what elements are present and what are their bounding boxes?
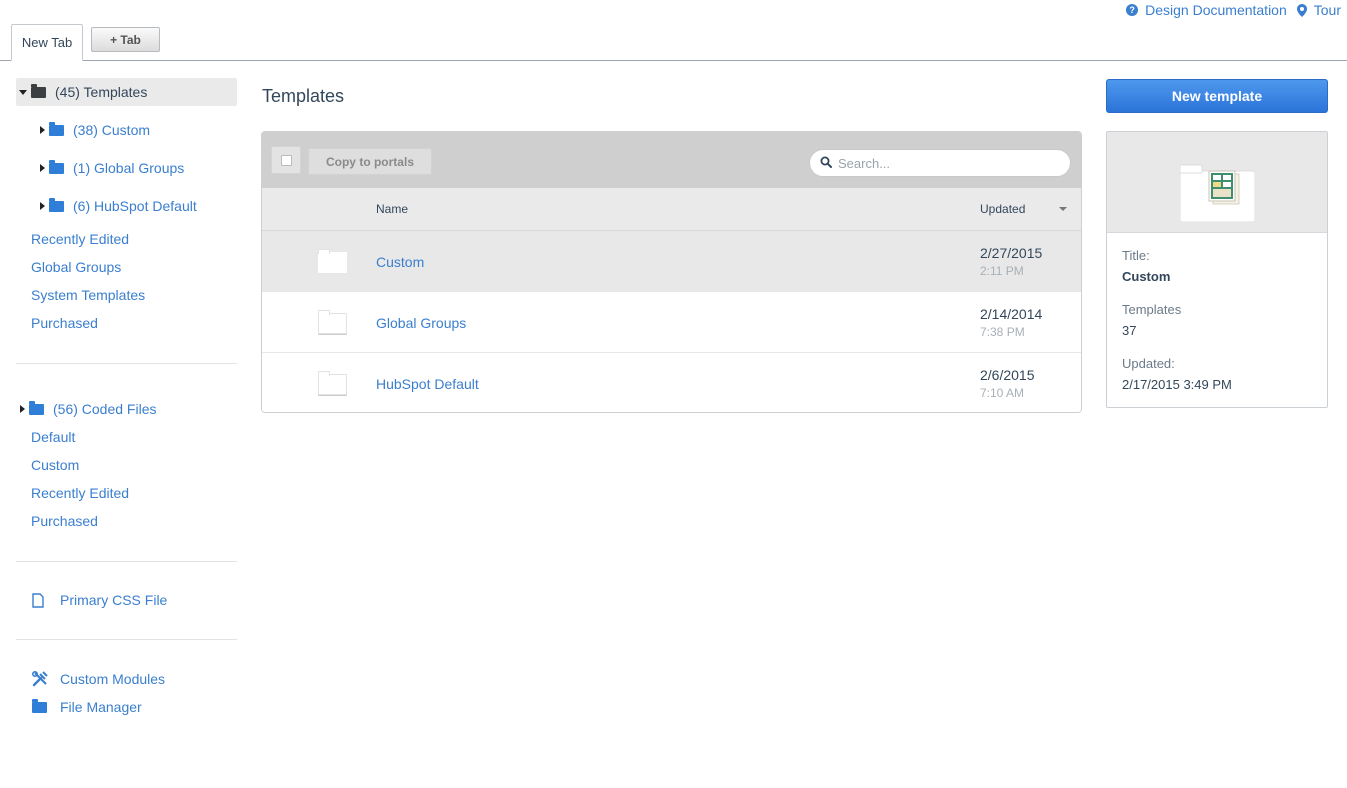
top-links: ? Design Documentation Tour <box>1126 2 1341 18</box>
custom-modules-label: Custom Modules <box>60 671 166 687</box>
table-row[interactable]: Global Groups 2/14/2014 7:38 PM <box>262 292 1081 353</box>
caret-right-icon[interactable] <box>40 164 45 172</box>
sidebar-link-purchased[interactable]: Purchased <box>16 309 237 337</box>
tools-icon <box>32 671 60 687</box>
add-tab-button[interactable]: + Tab <box>91 27 160 52</box>
folder-icon <box>49 159 64 174</box>
row-updated-date: 2/14/2014 <box>980 306 1043 322</box>
sidebar-link-primary-css-file[interactable]: Primary CSS File <box>16 586 237 614</box>
copy-to-portals-button[interactable]: Copy to portals <box>308 148 432 175</box>
row-updated-date: 2/6/2015 <box>980 367 1035 383</box>
folder-icon <box>32 698 60 713</box>
details-body: Title: Custom Templates 37 Updated: 2/17… <box>1107 233 1327 407</box>
tab-new-tab[interactable]: New Tab <box>11 24 83 61</box>
caret-right-icon[interactable] <box>20 405 25 413</box>
folder-icon <box>318 310 347 334</box>
sidebar-coded-files-root[interactable]: (56) Coded Files <box>16 395 237 423</box>
sidebar-folder-hubspot-default[interactable]: (6) HubSpot Default <box>16 187 237 225</box>
sort-descending-icon[interactable] <box>1059 207 1067 211</box>
details-updated-label: Updated: <box>1122 356 1175 371</box>
sidebar-link-system-templates[interactable]: System Templates <box>16 281 237 309</box>
search-icon <box>820 156 832 171</box>
caret-right-icon[interactable] <box>40 126 45 134</box>
tab-bar: New Tab + Tab <box>0 24 1347 61</box>
sidebar-templates-root-label: (45) Templates <box>55 84 148 100</box>
sidebar-folder-custom[interactable]: (38) Custom <box>16 111 237 149</box>
column-header-name[interactable]: Name <box>376 202 408 216</box>
sidebar-link-default[interactable]: Default <box>16 423 237 451</box>
details-panel: Title: Custom Templates 37 Updated: 2/17… <box>1106 131 1328 408</box>
checkbox-box <box>280 154 292 166</box>
sidebar-link-recently-edited[interactable]: Recently Edited <box>16 225 237 253</box>
details-preview <box>1107 132 1327 233</box>
sidebar: (45) Templates (38) Custom (1) Global Gr… <box>16 78 237 721</box>
map-pin-icon <box>1296 3 1307 17</box>
primary-css-file-label: Primary CSS File <box>60 592 168 608</box>
details-updated-value: 2/17/2015 3:49 PM <box>1122 377 1232 392</box>
file-manager-label: File Manager <box>60 699 142 715</box>
file-icon <box>32 592 60 608</box>
help-icon: ? <box>1126 4 1139 16</box>
caret-down-icon[interactable] <box>19 89 27 95</box>
details-title-value: Custom <box>1122 269 1171 284</box>
table-header: Name Updated <box>262 188 1081 231</box>
caret-right-icon[interactable] <box>40 202 45 210</box>
design-documentation-link[interactable]: ? Design Documentation <box>1126 2 1287 18</box>
sidebar-folder-global-groups[interactable]: (1) Global Groups <box>16 149 237 187</box>
row-updated-time: 7:10 AM <box>980 386 1025 400</box>
sidebar-link-file-manager[interactable]: File Manager <box>16 693 237 721</box>
sidebar-coded-files-label: (56) Coded Files <box>53 401 157 417</box>
tour-label: Tour <box>1313 2 1341 18</box>
sidebar-folder-label: (38) Custom <box>73 122 151 138</box>
sidebar-link-custom[interactable]: Custom <box>16 451 237 479</box>
templates-table-panel: Copy to portals Name Updated Custom 2/27… <box>261 131 1082 413</box>
row-name-link[interactable]: HubSpot Default <box>376 376 479 392</box>
sidebar-link-recently-edited-coded[interactable]: Recently Edited <box>16 479 237 507</box>
row-name-link[interactable]: Global Groups <box>376 315 466 331</box>
details-templates-value: 37 <box>1122 323 1137 338</box>
tour-link[interactable]: Tour <box>1296 2 1341 18</box>
sidebar-link-global-groups[interactable]: Global Groups <box>16 253 237 281</box>
table-row[interactable]: HubSpot Default 2/6/2015 7:10 AM <box>262 353 1081 412</box>
column-header-updated[interactable]: Updated <box>980 202 1025 216</box>
search-box[interactable] <box>809 149 1071 177</box>
folder-icon <box>49 121 64 136</box>
sidebar-folder-label: (1) Global Groups <box>73 160 185 176</box>
new-template-button[interactable]: New template <box>1106 79 1328 113</box>
table-toolbar: Copy to portals <box>262 132 1081 188</box>
folder-icon <box>29 400 44 415</box>
template-folder-icon <box>1180 164 1255 222</box>
search-input[interactable] <box>838 155 1058 171</box>
select-all-checkbox[interactable] <box>271 146 301 174</box>
folder-icon <box>318 249 347 273</box>
folder-icon <box>31 83 46 98</box>
folder-icon <box>318 371 347 395</box>
table-row[interactable]: Custom 2/27/2015 2:11 PM <box>262 231 1081 292</box>
row-name-link[interactable]: Custom <box>376 254 424 270</box>
sidebar-link-custom-modules[interactable]: Custom Modules <box>16 665 237 693</box>
page-title: Templates <box>262 86 345 106</box>
sidebar-folder-label: (6) HubSpot Default <box>73 198 197 214</box>
details-templates-label: Templates <box>1122 302 1182 317</box>
folder-icon <box>49 197 64 212</box>
row-updated-time: 2:11 PM <box>980 264 1024 278</box>
sidebar-templates-root[interactable]: (45) Templates <box>16 78 237 106</box>
sidebar-link-purchased-coded[interactable]: Purchased <box>16 507 237 535</box>
design-documentation-label: Design Documentation <box>1145 2 1287 18</box>
row-updated-date: 2/27/2015 <box>980 245 1043 261</box>
details-title-label: Title: <box>1122 248 1150 263</box>
row-updated-time: 7:38 PM <box>980 325 1025 339</box>
